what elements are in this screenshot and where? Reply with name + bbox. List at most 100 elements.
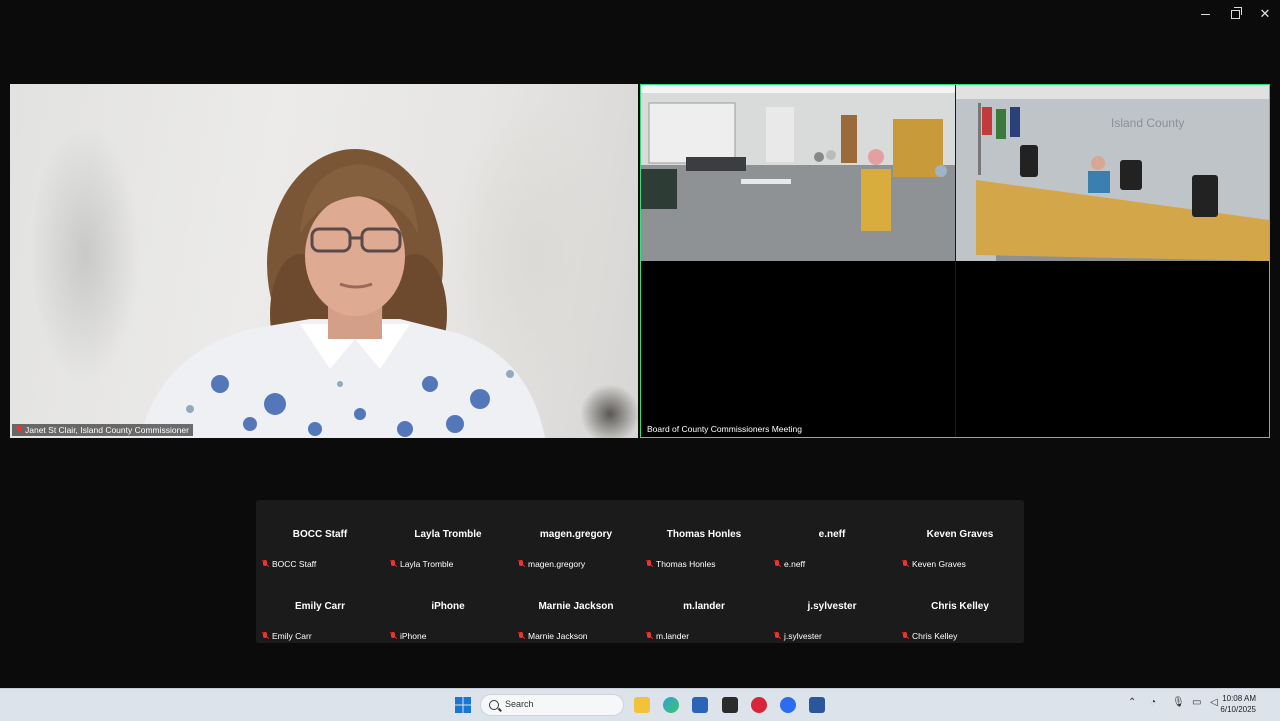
speaker-video-tile[interactable]: Janet St Clair, Island County Commission…: [10, 84, 638, 438]
participant-label-text: BOCC Staff: [272, 559, 317, 569]
participant-name: Thomas Honles: [666, 529, 742, 540]
participant-label-text: Chris Kelley: [912, 631, 958, 641]
participant-tile[interactable]: Marnie Jackson Marnie Jackson: [512, 572, 640, 644]
word-icon[interactable]: [809, 697, 825, 713]
participant-label-text: magen.gregory: [528, 559, 586, 569]
mic-muted-icon: [262, 560, 268, 568]
participant-name: m.lander: [683, 601, 725, 612]
volume-icon[interactable]: ◁: [1210, 697, 1218, 708]
zoom-icon[interactable]: [780, 697, 796, 713]
system-clock[interactable]: 10:08 AM 6/10/2025: [1220, 693, 1256, 715]
windows-icon: [455, 697, 471, 713]
participant-label: BOCC Staff: [262, 559, 316, 569]
file-explorer-icon[interactable]: [634, 697, 650, 713]
participant-label: iPhone: [390, 631, 426, 641]
mic-muted-icon: [390, 632, 396, 640]
close-icon: ✕: [1259, 6, 1271, 21]
mic-muted-icon: [16, 426, 22, 434]
participant-tile[interactable]: e.neff e.neff: [768, 500, 896, 572]
participant-name: Chris Kelley: [931, 601, 989, 612]
participant-tile[interactable]: BOCC Staff BOCC Staff: [256, 500, 384, 572]
app-red-icon[interactable]: [751, 697, 767, 713]
participant-label-text: e.neff: [784, 559, 806, 569]
search-placeholder: Search: [505, 699, 534, 709]
participant-label: magen.gregory: [518, 559, 585, 569]
participant-tile[interactable]: j.sylvester j.sylvester: [768, 572, 896, 644]
participant-label: Keven Graves: [902, 559, 966, 569]
clock-date: 6/10/2025: [1220, 705, 1256, 714]
participants-strip: BOCC Staff BOCC Staff Layla Tromble Layla T…: [256, 500, 1024, 643]
participant-label: Thomas Honles: [646, 559, 716, 569]
search-input[interactable]: Search: [480, 694, 624, 716]
display-icon[interactable]: ▭: [1192, 697, 1201, 708]
restore-button[interactable]: [1220, 0, 1250, 28]
store-icon[interactable]: [692, 697, 708, 713]
mic-muted-icon: [774, 632, 780, 640]
room-name: Board of County Commissioners Meeting: [647, 424, 802, 434]
participant-name: iPhone: [431, 601, 465, 612]
minimize-icon: [1200, 13, 1210, 15]
participant-tile[interactable]: magen.gregory magen.gregory: [512, 500, 640, 572]
participant-tile[interactable]: Emily Carr Emily Carr: [256, 572, 384, 644]
mic-muted-icon: [774, 560, 780, 568]
mic-muted-icon: [646, 632, 652, 640]
participant-name: e.neff: [818, 529, 846, 540]
participant-tile[interactable]: Keven Graves Keven Graves: [896, 500, 1024, 572]
room-camera-feed: [641, 85, 955, 261]
participant-name: Layla Tromble: [414, 529, 482, 540]
participant-tile[interactable]: Layla Tromble Layla Tromble: [384, 500, 512, 572]
participant-label: Chris Kelley: [902, 631, 957, 641]
media-player-icon[interactable]: [722, 697, 738, 713]
wall-sign: Island County: [1111, 116, 1184, 130]
participant-name: Emily Carr: [294, 601, 346, 612]
participant-label-text: Emily Carr: [272, 631, 312, 641]
video-divider: [955, 85, 956, 437]
participant-name: BOCC Staff: [292, 529, 348, 540]
participant-label: j.sylvester: [774, 631, 822, 641]
minimize-button[interactable]: [1190, 0, 1220, 28]
participant-label-text: Layla Tromble: [400, 559, 454, 569]
room-video-tile[interactable]: Island County Board of County Commission…: [640, 84, 1270, 438]
mic-muted-icon: [518, 560, 524, 568]
window-controls: ✕: [1190, 0, 1280, 28]
participant-tile[interactable]: m.lander m.lander: [640, 572, 768, 644]
participant-label-text: Thomas Honles: [656, 559, 716, 569]
participant-label-text: m.lander: [656, 631, 690, 641]
participant-tile[interactable]: iPhone iPhone: [384, 572, 512, 644]
mic-muted-icon: [902, 632, 908, 640]
participant-label-text: j.sylvester: [784, 631, 822, 641]
speaker-video: [140, 149, 545, 438]
microphone-icon[interactable]: 🎙: [1172, 697, 1185, 708]
mic-muted-icon: [262, 632, 268, 640]
participant-label-text: iPhone: [400, 631, 427, 641]
edge-icon[interactable]: [663, 697, 679, 713]
mic-muted-icon: [646, 560, 652, 568]
mic-muted-icon: [518, 632, 524, 640]
participant-label-text: Marnie Jackson: [528, 631, 588, 641]
participant-name: j.sylvester: [807, 601, 857, 612]
participant-label-text: Keven Graves: [912, 559, 966, 569]
chevron-up-icon[interactable]: ⌃: [1128, 697, 1136, 708]
close-button[interactable]: ✕: [1250, 0, 1280, 28]
clock-time: 10:08 AM: [1222, 694, 1256, 703]
participant-label: m.lander: [646, 631, 689, 641]
room-name-tag: Board of County Commissioners Meeting: [643, 423, 806, 435]
participant-label: Layla Tromble: [390, 559, 453, 569]
dais-camera-feed: Island County: [956, 85, 1269, 261]
participant-label: Emily Carr: [262, 631, 312, 641]
participant-name: Marnie Jackson: [538, 601, 614, 612]
taskbar: Search ⌃ ◔ 🎙 ▭ ◁ 10:08 AM 6/10/2025: [0, 688, 1280, 721]
participant-tile[interactable]: Chris Kelley Chris Kelley: [896, 572, 1024, 644]
mic-muted-icon: [390, 560, 396, 568]
network-icon[interactable]: ◔: [1150, 697, 1156, 708]
search-icon: [489, 700, 499, 710]
participant-name: magen.gregory: [539, 529, 613, 540]
participant-tile[interactable]: Thomas Honles Thomas Honles: [640, 500, 768, 572]
speaker-name-tag: Janet St Clair, Island County Commission…: [12, 424, 193, 436]
restore-icon: [1230, 6, 1242, 19]
participant-label: Marnie Jackson: [518, 631, 588, 641]
mic-muted-icon: [902, 560, 908, 568]
start-button[interactable]: [455, 697, 471, 713]
participant-label: e.neff: [774, 559, 805, 569]
speaker-name: Janet St Clair, Island County Commission…: [25, 425, 189, 435]
